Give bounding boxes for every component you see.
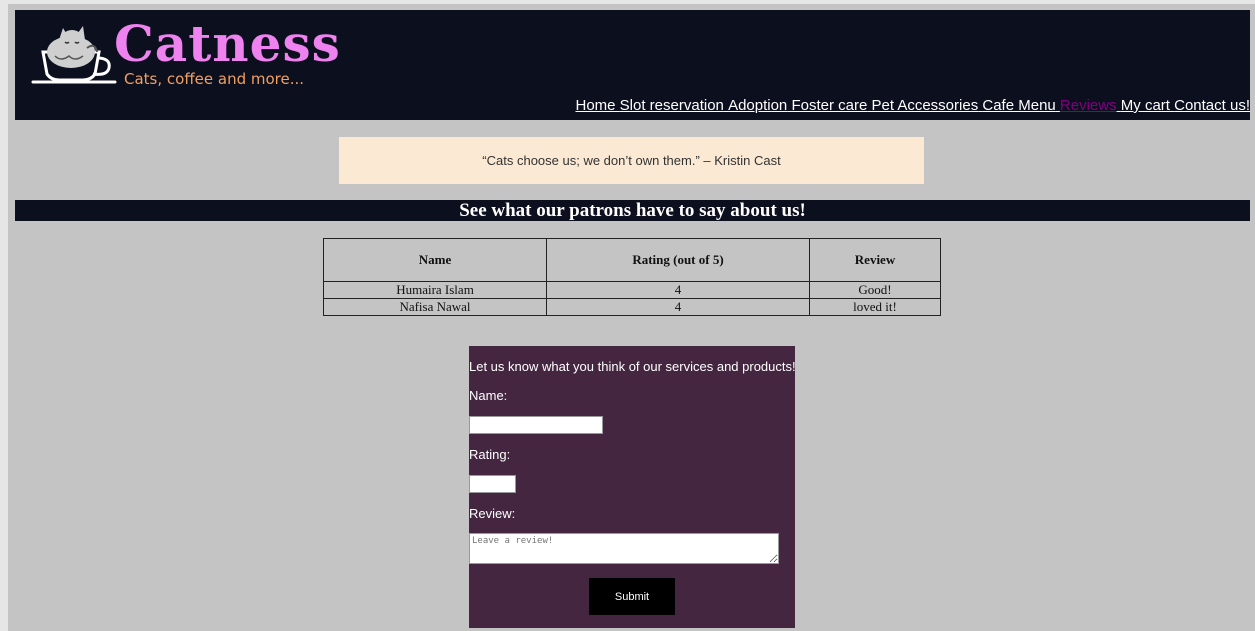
header-name: Name xyxy=(323,238,547,282)
cell-rating: 4 xyxy=(546,298,810,316)
nav-slot-reservation[interactable]: Slot reservation xyxy=(620,96,724,116)
submit-button[interactable]: Submit xyxy=(589,578,675,615)
review-label: Review: xyxy=(469,506,516,521)
nav-foster-care[interactable]: Foster care xyxy=(791,96,867,116)
cell-rating: 4 xyxy=(546,281,810,299)
header-review: Review xyxy=(809,238,941,282)
review-textarea[interactable] xyxy=(469,533,779,564)
cell-review: loved it! xyxy=(809,298,941,316)
rating-label: Rating: xyxy=(469,447,511,462)
cat-in-cup-icon xyxy=(31,26,117,84)
quote-box: “Cats choose us; we don’t own them.” – K… xyxy=(339,137,924,184)
nav-cafe-menu[interactable]: Cafe Menu xyxy=(982,96,1055,116)
name-label: Name: xyxy=(469,388,508,403)
table-header-row: Name Rating (out of 5) Review xyxy=(323,238,941,282)
cell-name: Nafisa Nawal xyxy=(323,298,547,316)
cell-review: Good! xyxy=(809,281,941,299)
reviews-table: Name Rating (out of 5) Review Humaira Is… xyxy=(323,238,941,316)
rating-input[interactable] xyxy=(469,475,516,493)
nav-my-cart[interactable]: My cart xyxy=(1121,96,1170,116)
nav-pet-accessories[interactable]: Pet Accessories xyxy=(871,96,978,116)
brand-name: Catness xyxy=(114,14,341,73)
brand-tagline: Cats, coffee and more... xyxy=(124,70,305,88)
nav-reviews[interactable]: Reviews xyxy=(1060,96,1117,116)
logo[interactable]: Catness Cats, coffee and more... xyxy=(29,14,369,90)
table-row: Humaira Islam 4 Good! xyxy=(323,281,941,299)
form-intro: Let us know what you think of our servic… xyxy=(469,359,796,374)
page: Catness Cats, coffee and more... Home Sl… xyxy=(8,4,1255,631)
quote-text: “Cats choose us; we don’t own them.” – K… xyxy=(482,153,781,168)
name-input[interactable] xyxy=(469,416,603,434)
cell-name: Humaira Islam xyxy=(323,281,547,299)
nav-home[interactable]: Home xyxy=(575,96,615,116)
main-nav: Home Slot reservation Adoption Foster ca… xyxy=(575,96,1250,116)
header-rating: Rating (out of 5) xyxy=(546,238,810,282)
reviews-banner: See what our patrons have to say about u… xyxy=(15,200,1250,221)
review-form: Let us know what you think of our servic… xyxy=(469,346,796,628)
table-row: Nafisa Nawal 4 loved it! xyxy=(323,298,941,316)
nav-contact-us[interactable]: Contact us! xyxy=(1174,96,1250,116)
nav-adoption[interactable]: Adoption xyxy=(728,96,787,116)
site-header: Catness Cats, coffee and more... Home Sl… xyxy=(15,10,1250,120)
